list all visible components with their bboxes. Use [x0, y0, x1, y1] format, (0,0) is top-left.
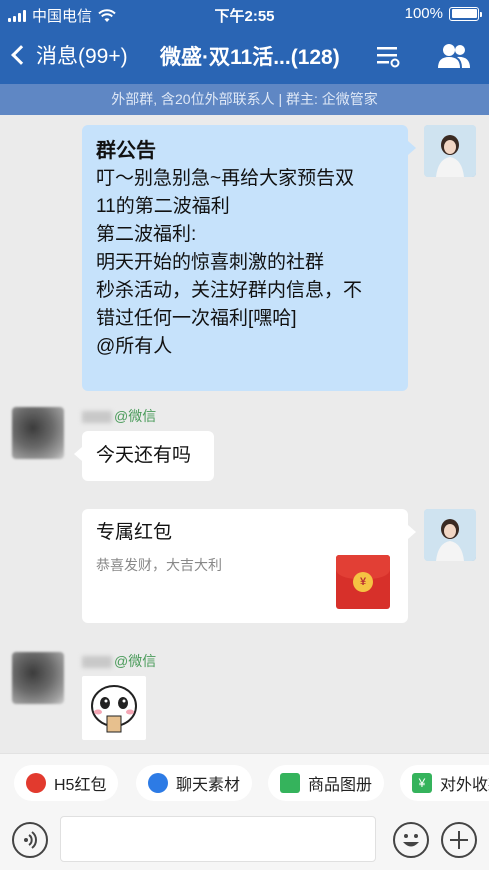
chip-label: 商品图册 [308, 777, 373, 794]
blurred-name [82, 656, 112, 669]
plus-icon [450, 831, 468, 849]
weisheng-icon [148, 773, 168, 793]
message-text: 今天还有吗 [96, 445, 192, 466]
input-bar [0, 811, 489, 870]
red-packet-title: 专属红包 [96, 522, 173, 543]
voice-icon [24, 831, 37, 849]
group-settings-icon[interactable] [375, 43, 401, 69]
message-bubble[interactable]: 今天还有吗 [74, 431, 214, 481]
message-list[interactable]: 群公告 叮～别急别急~再给大家预告双 11的第二波福利 第二波福利: 明天开始的… [0, 115, 489, 753]
red-packet-card[interactable]: 专属红包 恭喜发财，大吉大利 ¥ [82, 509, 416, 623]
chip-label: 聊天素材 [176, 777, 241, 794]
payment-icon: ¥ [412, 773, 432, 793]
portrait-image [424, 509, 476, 561]
nav-bar: 消息(99+) 微盛·双11活...(128) [0, 28, 489, 84]
back-button[interactable]: 消息(99+) [8, 40, 128, 70]
chip-label: 对外收款 [440, 777, 489, 794]
sender-avatar[interactable] [12, 407, 64, 459]
back-label: 消息(99+) [36, 45, 128, 68]
group-info-banner[interactable]: 外部群, 含20位外部联系人 | 群主: 企微管家 [0, 84, 489, 115]
announcement-bubble[interactable]: 群公告 叮～别急别急~再给大家预告双 11的第二波福利 第二波福利: 明天开始的… [82, 125, 416, 391]
group-members-icon[interactable] [437, 42, 471, 70]
chevron-left-icon [11, 45, 31, 65]
red-packet-icon: ¥ [336, 555, 390, 609]
battery-percent: 100% [404, 5, 443, 22]
quick-action-payment[interactable]: ¥ 对外收款 [400, 765, 489, 801]
blurred-name [82, 411, 112, 424]
emoji-icon [403, 834, 419, 847]
announcement-title: 群公告 [96, 140, 156, 162]
quick-action-product-catalog[interactable]: 商品图册 [268, 765, 385, 801]
quick-action-chat-material[interactable]: 聊天素材 [136, 765, 253, 801]
more-button[interactable] [441, 822, 477, 858]
coin-icon: ¥ [353, 572, 373, 592]
red-packet-icon [26, 773, 46, 793]
chip-label: H5红包 [54, 777, 107, 794]
announcement-body: 叮～别急别急~再给大家预告双 11的第二波福利 第二波福利: 明天开始的惊喜刺激… [96, 168, 363, 357]
quick-actions-bar: H5红包 聊天素材 商品图册 ¥ 对外收款 [0, 753, 489, 811]
meme-face-icon [91, 685, 137, 733]
sender-name: @微信 [82, 651, 156, 671]
sender-avatar[interactable] [12, 652, 64, 704]
quick-action-h5-red-packet[interactable]: H5红包 [14, 765, 119, 801]
sender-name: @微信 [82, 406, 156, 426]
self-avatar[interactable] [424, 509, 476, 561]
voice-button[interactable] [12, 822, 48, 858]
battery-icon [449, 6, 482, 21]
self-avatar[interactable] [424, 125, 476, 177]
status-bar: 中国电信 下午2:55 100% [0, 0, 489, 28]
emoji-button[interactable] [393, 822, 429, 858]
portrait-image [424, 125, 476, 177]
message-input[interactable] [60, 816, 376, 862]
sticker-image[interactable] [82, 676, 146, 740]
chat-title: 微盛·双11活...(128) [160, 46, 340, 69]
catalog-icon [280, 773, 300, 793]
